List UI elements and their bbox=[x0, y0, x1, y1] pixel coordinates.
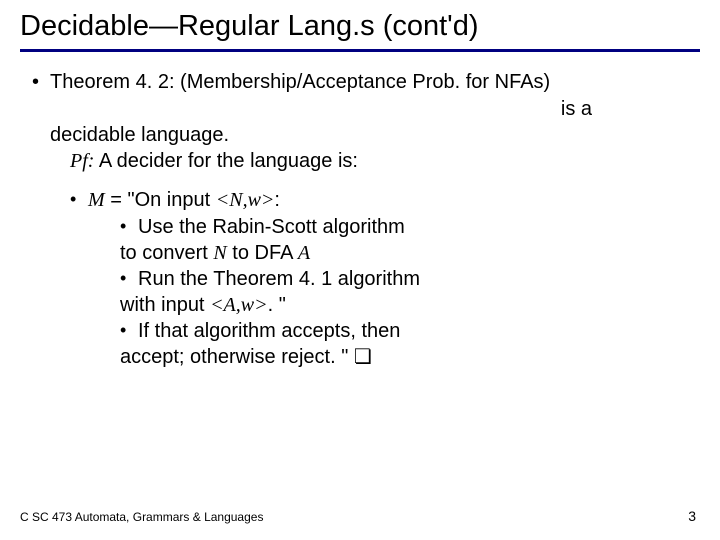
step1-line1: Use the Rabin-Scott algorithm bbox=[20, 215, 700, 240]
machine-intro-suffix: : bbox=[274, 189, 280, 211]
step2b-suffix: . " bbox=[268, 294, 286, 316]
machine-intro-text: = "On input bbox=[105, 189, 216, 211]
proof-intro: Pf: A decider for the language is: bbox=[20, 149, 700, 174]
theorem-label: Theorem 4. 2: (Membership/Acceptance Pro… bbox=[20, 70, 700, 95]
step1b-N: N bbox=[213, 242, 226, 264]
step1-line2: to convert N to DFA A bbox=[20, 241, 700, 266]
step3-line1: If that algorithm accepts, then bbox=[20, 319, 700, 344]
step1b-A: A bbox=[298, 242, 310, 264]
step2b-prefix: with input bbox=[120, 294, 210, 316]
machine-M: M bbox=[88, 189, 105, 211]
theorem-fragment: is a bbox=[20, 97, 700, 122]
slide: Decidable—Regular Lang.s (cont'd) Theore… bbox=[0, 0, 720, 540]
step3-line2: accept; otherwise reject. " ❏ bbox=[20, 345, 700, 370]
slide-title: Decidable—Regular Lang.s (cont'd) bbox=[20, 10, 700, 52]
page-number: 3 bbox=[688, 508, 696, 524]
step2-line1: Run the Theorem 4. 1 algorithm bbox=[20, 267, 700, 292]
step2-line2: with input <A,w>. " bbox=[20, 293, 700, 318]
footer-text: C SC 473 Automata, Grammars & Languages bbox=[20, 510, 263, 524]
slide-content: Theorem 4. 2: (Membership/Acceptance Pro… bbox=[20, 70, 700, 370]
step1b-mid: to DFA bbox=[227, 242, 298, 264]
machine-input: <N,w> bbox=[216, 189, 275, 211]
theorem-line2: decidable language. bbox=[20, 123, 700, 148]
machine-intro: M = "On input <N,w>: bbox=[20, 188, 700, 213]
proof-text: A decider for the language is: bbox=[94, 150, 358, 172]
step2b-input: <A,w> bbox=[210, 294, 268, 316]
step1b-prefix: to convert bbox=[120, 242, 213, 264]
proof-prefix: Pf: bbox=[70, 150, 94, 172]
